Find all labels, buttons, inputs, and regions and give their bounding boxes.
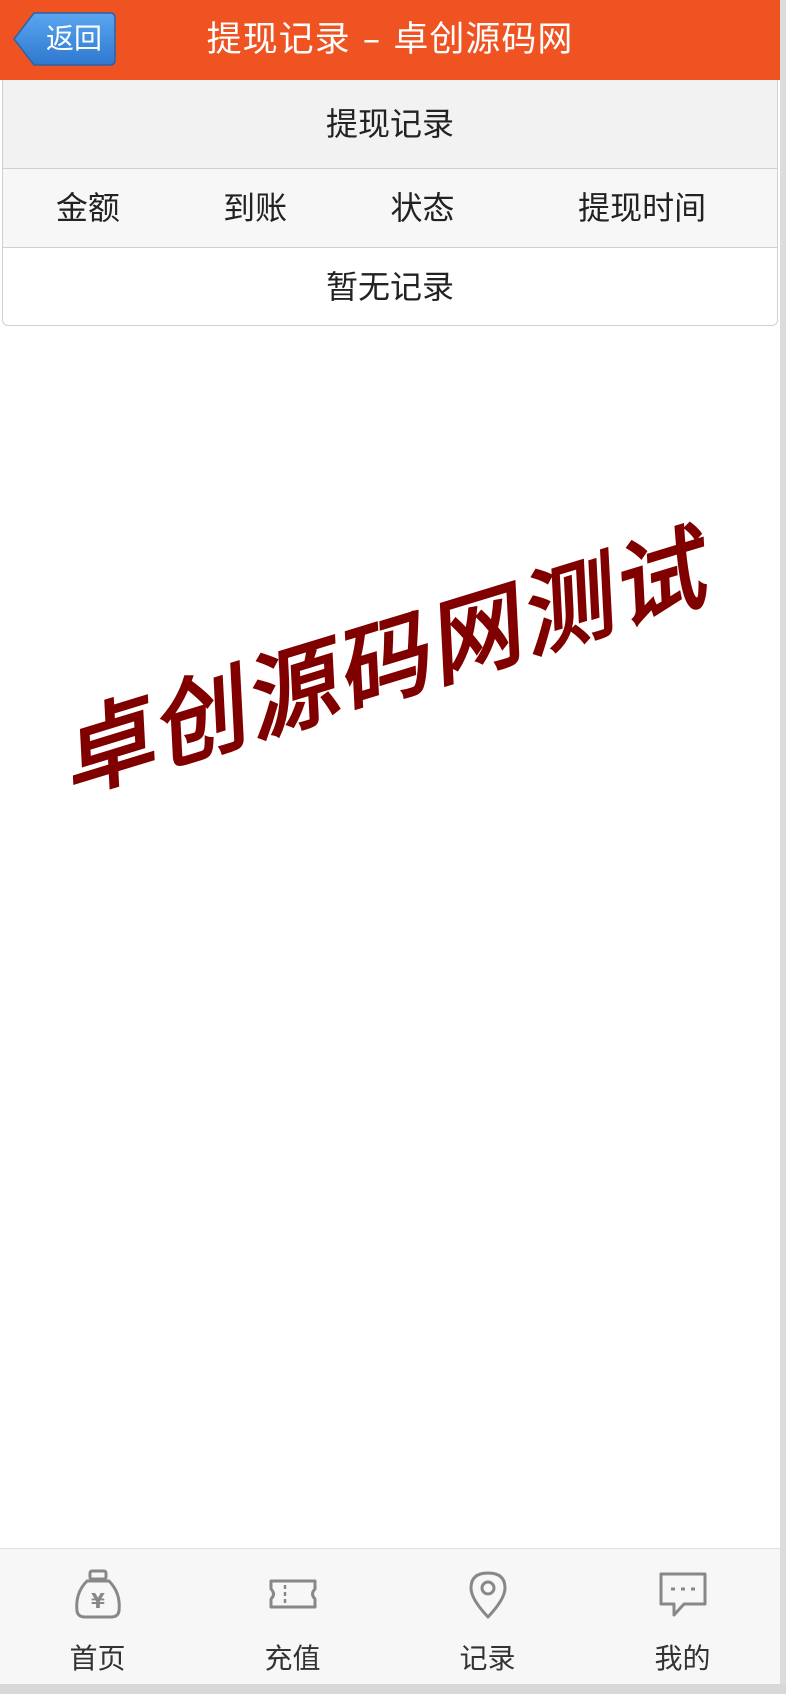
table-header-row: 金额 到账 状态 提现时间 [3,169,777,248]
column-header-arrival: 到账 [223,189,288,227]
watermark-text: 卓创源码网测试 [45,514,720,814]
back-button[interactable]: 返回 [12,12,116,66]
nav-item-records[interactable]: 记录 [390,1549,585,1685]
nav-label-recharge: 充值 [264,1642,321,1675]
chat-bubble-icon [659,1572,706,1617]
withdraw-record-panel: 提现记录 金额 到账 状态 提现时间 暂无记录 [2,80,778,326]
column-header-amount: 金额 [55,189,120,227]
column-header-status: 状态 [390,189,455,227]
ticket-icon [269,1579,316,1609]
column-header-time: 提现时间 [578,189,707,227]
nav-item-home[interactable]: ¥ 首页 [0,1549,195,1685]
header-bar: 返回 提现记录 – 卓创源码网 [0,0,780,80]
nav-label-mine: 我的 [654,1642,711,1675]
panel-title: 提现记录 [3,80,777,169]
svg-text:¥: ¥ [91,1589,105,1613]
empty-state-row: 暂无记录 [325,268,454,306]
page: 返回 提现记录 – 卓创源码网 提现记录 金额 到账 状态 提现时间 暂无记录 … [0,0,786,1694]
money-bag-icon: ¥ [74,1569,121,1619]
nav-label-records: 记录 [459,1642,516,1675]
nav-item-mine[interactable]: 我的 [585,1549,780,1685]
location-pin-icon [469,1571,506,1619]
back-button-label: 返回 [45,22,102,55]
page-title: 提现记录 – 卓创源码网 [206,20,574,60]
nav-item-recharge[interactable]: 充值 [195,1549,390,1685]
nav-label-home: 首页 [69,1642,126,1675]
bottom-edge [0,1684,786,1694]
bottom-nav: ¥ 首页 充值 记录 我的 [0,1548,780,1685]
scrollbar-track [780,0,786,1694]
